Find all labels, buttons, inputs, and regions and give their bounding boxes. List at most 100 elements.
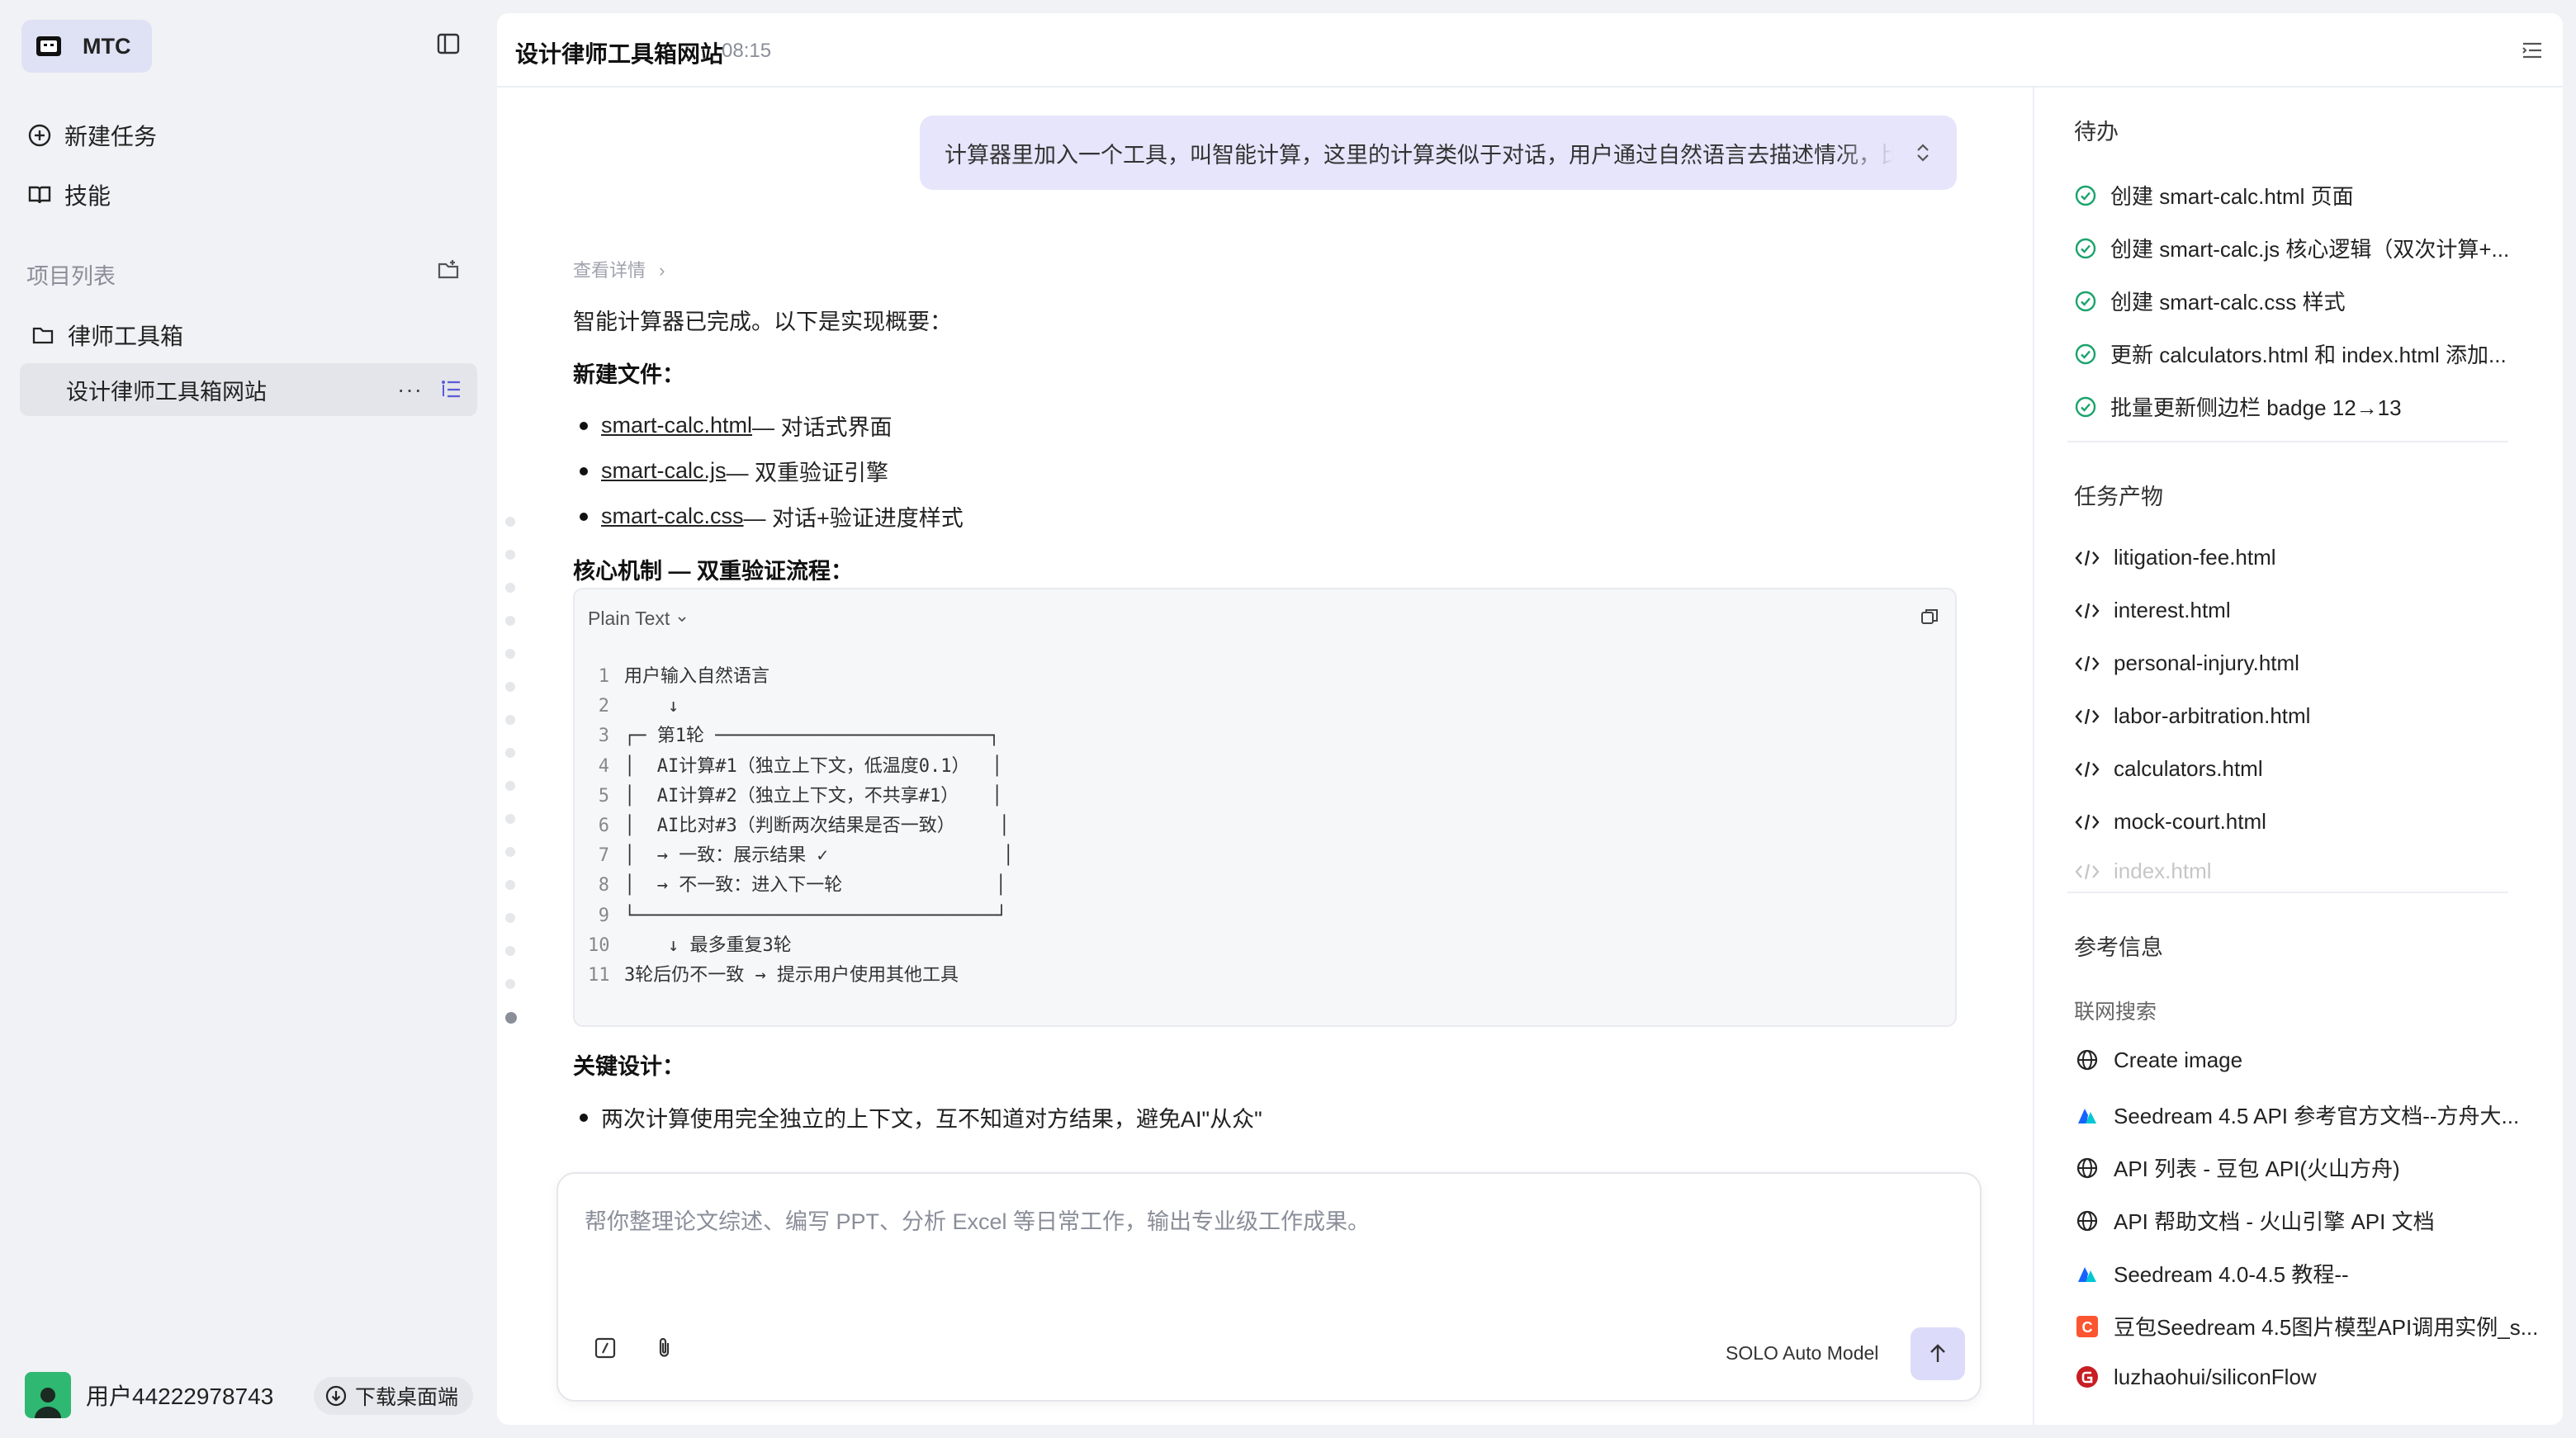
line-number: 8 — [598, 875, 609, 896]
artifact-item[interactable]: calculators.html — [2074, 756, 2263, 782]
download-desktop-button[interactable]: 下载桌面端 — [314, 1377, 474, 1415]
line-number: 2 — [598, 696, 609, 717]
file-link[interactable]: smart-calc.js — [601, 458, 727, 484]
artifact-item[interactable]: labor-arbitration.html — [2074, 703, 2310, 729]
assistant-intro: 智能计算器已完成。以下是实现概要： — [573, 310, 952, 334]
sidebar: MTC 新建任务 技能 项目列表 律师工具箱 设计律师工具箱网站 ··· 用户4… — [0, 0, 495, 1438]
mechanism-heading: 核心机制 — 双重验证流程： — [573, 559, 854, 584]
reference-item[interactable]: API 列表 - 豆包 API(火山方舟) — [2074, 1152, 2400, 1183]
panel-divider — [2033, 88, 2034, 1425]
todo-item[interactable]: 批量更新侧边栏 badge 12→13 — [2074, 391, 2402, 422]
reference-label: 豆包Seedream 4.5图片模型API调用实例_s... — [2114, 1315, 2539, 1340]
sidebar-toggle-icon[interactable] — [436, 31, 461, 56]
code-file-icon — [2074, 652, 2114, 675]
task-tree-icon[interactable] — [439, 378, 462, 401]
brand-badge[interactable]: MTC — [21, 20, 152, 73]
message-scroll-indicator[interactable] — [505, 517, 517, 1047]
nav-skills-label: 技能 — [64, 183, 111, 209]
artifact-label: calculators.html — [2114, 756, 2263, 781]
code-line: 11 3轮后仍不一致 → 提示用户使用其他工具 — [588, 961, 1014, 991]
todo-label: 创建 smart-calc.html 页面 — [2110, 184, 2354, 209]
nav-new-task[interactable]: 新建任务 — [26, 119, 157, 152]
more-options-icon[interactable]: ··· — [397, 376, 423, 403]
code-text: 3轮后仍不一致 → 提示用户使用其他工具 — [624, 965, 959, 986]
task-time: 08:15 — [722, 40, 772, 62]
code-lines: 1 用户输入自然语言 2 ↓ 3 ┌─ 第1轮 ────────────────────… — [588, 662, 1014, 991]
code-text: │ AI比对#3（判断两次结果是否一致） │ — [624, 816, 1010, 837]
file-list-item: smart-calc.css — 对话+验证进度样式 — [573, 500, 964, 532]
reference-label: Create image — [2114, 1047, 2243, 1072]
web-search-label: 联网搜索 — [2074, 1000, 2157, 1024]
volcano-icon — [2074, 1261, 2100, 1287]
artifact-label: litigation-fee.html — [2114, 545, 2276, 570]
references-title: 参考信息 — [2074, 935, 2163, 960]
code-block: Plain Text 1 用户输入自然语言 2 ↓ 3 ┌─ 第1轮 ─────────… — [573, 588, 1957, 1027]
reference-item[interactable]: Seedream 4.0-4.5 教程-- — [2074, 1258, 2349, 1289]
csdn-icon: C — [2074, 1313, 2100, 1340]
reference-item[interactable]: Create image — [2074, 1047, 2242, 1073]
expand-chevron-icon[interactable] — [1914, 141, 1932, 164]
brand-name: MTC — [83, 33, 131, 59]
reference-item[interactable]: C 豆包Seedream 4.5图片模型API调用实例_s... — [2074, 1311, 2538, 1341]
code-line: 9 └─────────────────────────────────┘ — [588, 901, 1014, 931]
artifact-label: labor-arbitration.html — [2114, 703, 2311, 728]
user-name: 用户44222978743 — [86, 1384, 274, 1409]
user-message-bubble[interactable]: 计算器里加入一个工具，叫智能计算，这里的计算类似于对话，用户通过自然语言去描述情… — [920, 116, 1957, 190]
nav-skills[interactable]: 技能 — [26, 178, 111, 211]
view-details-link[interactable]: 查看详情 › — [573, 256, 665, 282]
file-link[interactable]: smart-calc.css — [601, 504, 744, 529]
line-number: 4 — [598, 755, 609, 777]
view-details-label: 查看详情 — [573, 260, 646, 281]
user-profile[interactable]: 用户44222978743 — [25, 1372, 273, 1418]
file-list-item: smart-calc.js — 双重验证引擎 — [573, 455, 888, 487]
code-file-icon — [2074, 811, 2114, 834]
artifact-item[interactable]: personal-injury.html — [2074, 650, 2299, 676]
code-text: ↓ — [624, 696, 680, 717]
reference-item[interactable]: API 帮助文档 - 火山引擎 API 文档 — [2074, 1205, 2435, 1236]
todo-item[interactable]: 更新 calculators.html 和 index.html 添加... — [2074, 338, 2507, 369]
project-folder[interactable]: 律师工具箱 — [31, 319, 183, 352]
todo-item[interactable]: 创建 smart-calc.css 样式 — [2074, 286, 2346, 316]
code-language-selector[interactable]: Plain Text — [588, 608, 688, 630]
code-line: 7 │ → 一致：展示结果 ✓ │ — [588, 841, 1014, 871]
code-line: 1 用户输入自然语言 — [588, 662, 1014, 692]
mtc-logo-icon — [36, 36, 61, 56]
file-link[interactable]: smart-calc.html — [601, 413, 752, 438]
slash-command-icon[interactable] — [593, 1336, 618, 1360]
download-icon — [325, 1385, 347, 1407]
todo-label: 更新 calculators.html 和 index.html 添加... — [2110, 343, 2507, 367]
line-number: 10 — [588, 934, 610, 956]
attachment-icon[interactable] — [652, 1336, 677, 1360]
artifact-item[interactable]: litigation-fee.html — [2074, 545, 2276, 570]
bullet-dot — [580, 421, 588, 430]
artifact-item[interactable]: mock-court.html — [2074, 809, 2266, 835]
model-selector[interactable]: SOLO Auto Model — [1726, 1342, 1878, 1365]
line-number: 5 — [598, 785, 609, 807]
project-name: 律师工具箱 — [68, 324, 184, 349]
todo-item[interactable]: 创建 smart-calc.html 页面 — [2074, 180, 2354, 210]
globe-icon — [2074, 1208, 2100, 1234]
artifact-item[interactable]: index.html — [2074, 859, 2212, 884]
code-file-icon — [2074, 546, 2114, 570]
todo-item[interactable]: 创建 smart-calc.js 核心逻辑（双次计算+... — [2074, 233, 2509, 263]
main-panel: 设计律师工具箱网站 08:15 计算器里加入一个工具，叫智能计算，这里的计算类似… — [497, 13, 2563, 1425]
panel-toggle-icon[interactable] — [2520, 38, 2545, 63]
top-bar: 设计律师工具箱网站 08:15 — [497, 13, 2563, 88]
bullet-dot — [580, 512, 588, 521]
artifacts-title: 任务产物 — [2074, 485, 2163, 509]
reference-item[interactable]: luzhaohui/siliconFlow — [2074, 1364, 2317, 1390]
todo-label: 创建 smart-calc.js 核心逻辑（双次计算+... — [2110, 237, 2510, 262]
composer-input[interactable]: 帮你整理论文综述、编写 PPT、分析 Excel 等日常工作，输出专业级工作成果… — [585, 1204, 1370, 1236]
globe-icon — [2074, 1155, 2100, 1181]
copy-icon[interactable] — [1919, 606, 1940, 627]
sidebar-item-active-task[interactable]: 设计律师工具箱网站 ··· — [20, 363, 477, 416]
message-composer[interactable]: 帮你整理论文综述、编写 PPT、分析 Excel 等日常工作，输出专业级工作成果… — [556, 1172, 1982, 1402]
send-button[interactable] — [1911, 1327, 1965, 1380]
nav-new-task-label: 新建任务 — [64, 124, 158, 149]
reference-item[interactable]: Seedream 4.5 API 参考官方文档--方舟大... — [2074, 1100, 2519, 1130]
code-text: │ → 不一致：进入下一轮 │ — [624, 875, 1006, 896]
todo-label: 批量更新侧边栏 badge 12→13 — [2110, 395, 2402, 420]
line-number: 1 — [598, 666, 609, 687]
new-project-icon[interactable] — [436, 258, 461, 282]
artifact-item[interactable]: interest.html — [2074, 598, 2231, 623]
